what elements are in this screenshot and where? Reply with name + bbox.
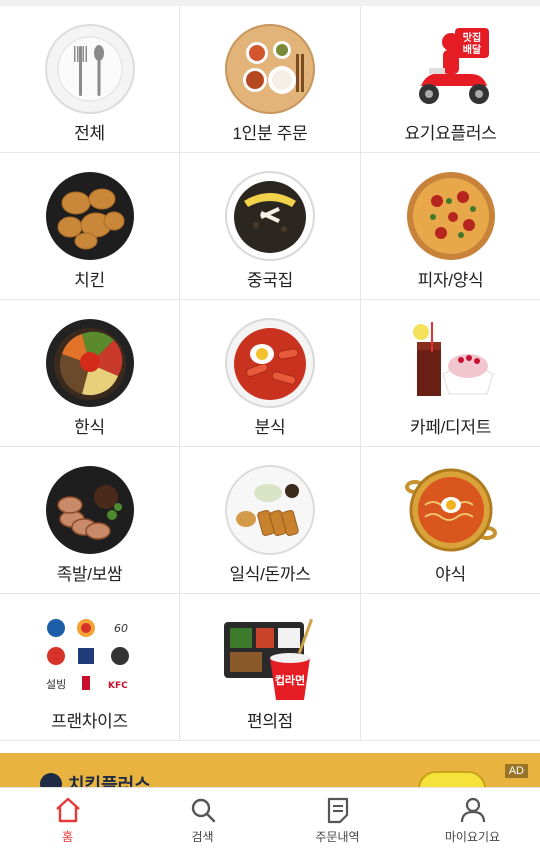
tab-label: 검색: [191, 830, 214, 844]
category-chinese[interactable]: 중국집: [180, 153, 361, 300]
category-all[interactable]: 전체: [0, 6, 180, 153]
pizza-icon: [403, 167, 499, 263]
category-yogiyo-plus[interactable]: 맛집 배달 요기요플러스: [361, 6, 540, 153]
cafe-dessert-icon: [403, 314, 499, 410]
tab-label: 주문내역: [315, 830, 360, 844]
single-meal-tray-icon: [222, 20, 318, 116]
search-icon: [191, 798, 215, 823]
svg-text:컵라면: 컵라면: [275, 673, 305, 687]
tab-home[interactable]: 홈: [0, 788, 135, 851]
tab-my-yogiyo[interactable]: 마이요기요: [405, 788, 540, 851]
category-label: 편의점: [246, 712, 294, 731]
ramen-pot-icon: [403, 461, 499, 557]
category-korean[interactable]: 한식: [0, 300, 180, 447]
svg-text:60: 60: [114, 622, 128, 635]
category-jokbal-bossam[interactable]: 족발/보쌈: [0, 447, 180, 594]
category-franchise[interactable]: 60 설빙 KFC 프랜차이즈: [0, 594, 180, 741]
home-icon: [55, 797, 80, 823]
tonkatsu-icon: [222, 461, 318, 557]
empty-cell: [361, 594, 540, 741]
category-label: 1인분 주문: [232, 124, 308, 143]
bibimbap-icon: [42, 314, 138, 410]
category-label: 야식: [435, 565, 466, 584]
category-label: 카페/디저트: [409, 418, 492, 437]
category-label: 분식: [254, 418, 286, 437]
category-label: 전체: [74, 124, 105, 143]
category-label: 족발/보쌈: [56, 565, 123, 584]
svg-text:맛집: 맛집: [462, 31, 480, 44]
category-convenience-store[interactable]: 컵라면 편의점: [180, 594, 361, 741]
franchise-logos-icon: 60 설빙 KFC: [42, 608, 138, 704]
bottom-tab-bar: 홈 검색 주문내역 마이요기요: [0, 787, 540, 851]
tab-label: 마이요기요: [444, 830, 501, 844]
category-bunsik[interactable]: 분식: [180, 300, 361, 447]
tab-order-history[interactable]: 주문내역: [270, 788, 405, 851]
jajangmyeon-icon: [222, 167, 318, 263]
category-pizza-western[interactable]: 피자/양식: [361, 153, 540, 300]
cutlery-plate-icon: [42, 20, 138, 116]
category-label: 프랜차이즈: [51, 712, 128, 731]
profile-icon: [460, 797, 485, 823]
svg-text:배달: 배달: [462, 43, 481, 56]
category-single-portion[interactable]: 1인분 주문: [180, 6, 361, 153]
category-grid: 전체 1인분 주문 맛집 배달 요기요플러스 치킨 중국집 피자/양식 한식 분…: [0, 6, 540, 741]
category-label: 피자/양식: [417, 271, 484, 290]
tteokbokki-icon: [222, 314, 318, 410]
category-cafe-dessert[interactable]: 카페/디저트: [361, 300, 540, 447]
tab-label: 홈: [61, 830, 74, 844]
category-late-night[interactable]: 야식: [361, 447, 540, 594]
convenience-store-icon: 컵라면: [222, 608, 318, 704]
fried-chicken-icon: [42, 167, 138, 263]
category-japanese-tonkatsu[interactable]: 일식/돈까스: [180, 447, 361, 594]
order-history-icon: [327, 797, 348, 824]
category-chicken[interactable]: 치킨: [0, 153, 180, 300]
category-label: 한식: [74, 418, 105, 437]
category-label: 중국집: [246, 271, 294, 290]
category-label: 요기요플러스: [404, 124, 497, 143]
tab-search[interactable]: 검색: [135, 788, 270, 851]
category-label: 일식/돈까스: [229, 565, 311, 584]
svg-text:설빙: 설빙: [46, 678, 66, 691]
ad-badge: AD: [504, 764, 528, 778]
svg-text:KFC: KFC: [108, 681, 128, 691]
jokbal-icon: [42, 461, 138, 557]
delivery-scooter-icon: 맛집 배달: [403, 20, 499, 116]
category-label: 치킨: [74, 271, 105, 290]
